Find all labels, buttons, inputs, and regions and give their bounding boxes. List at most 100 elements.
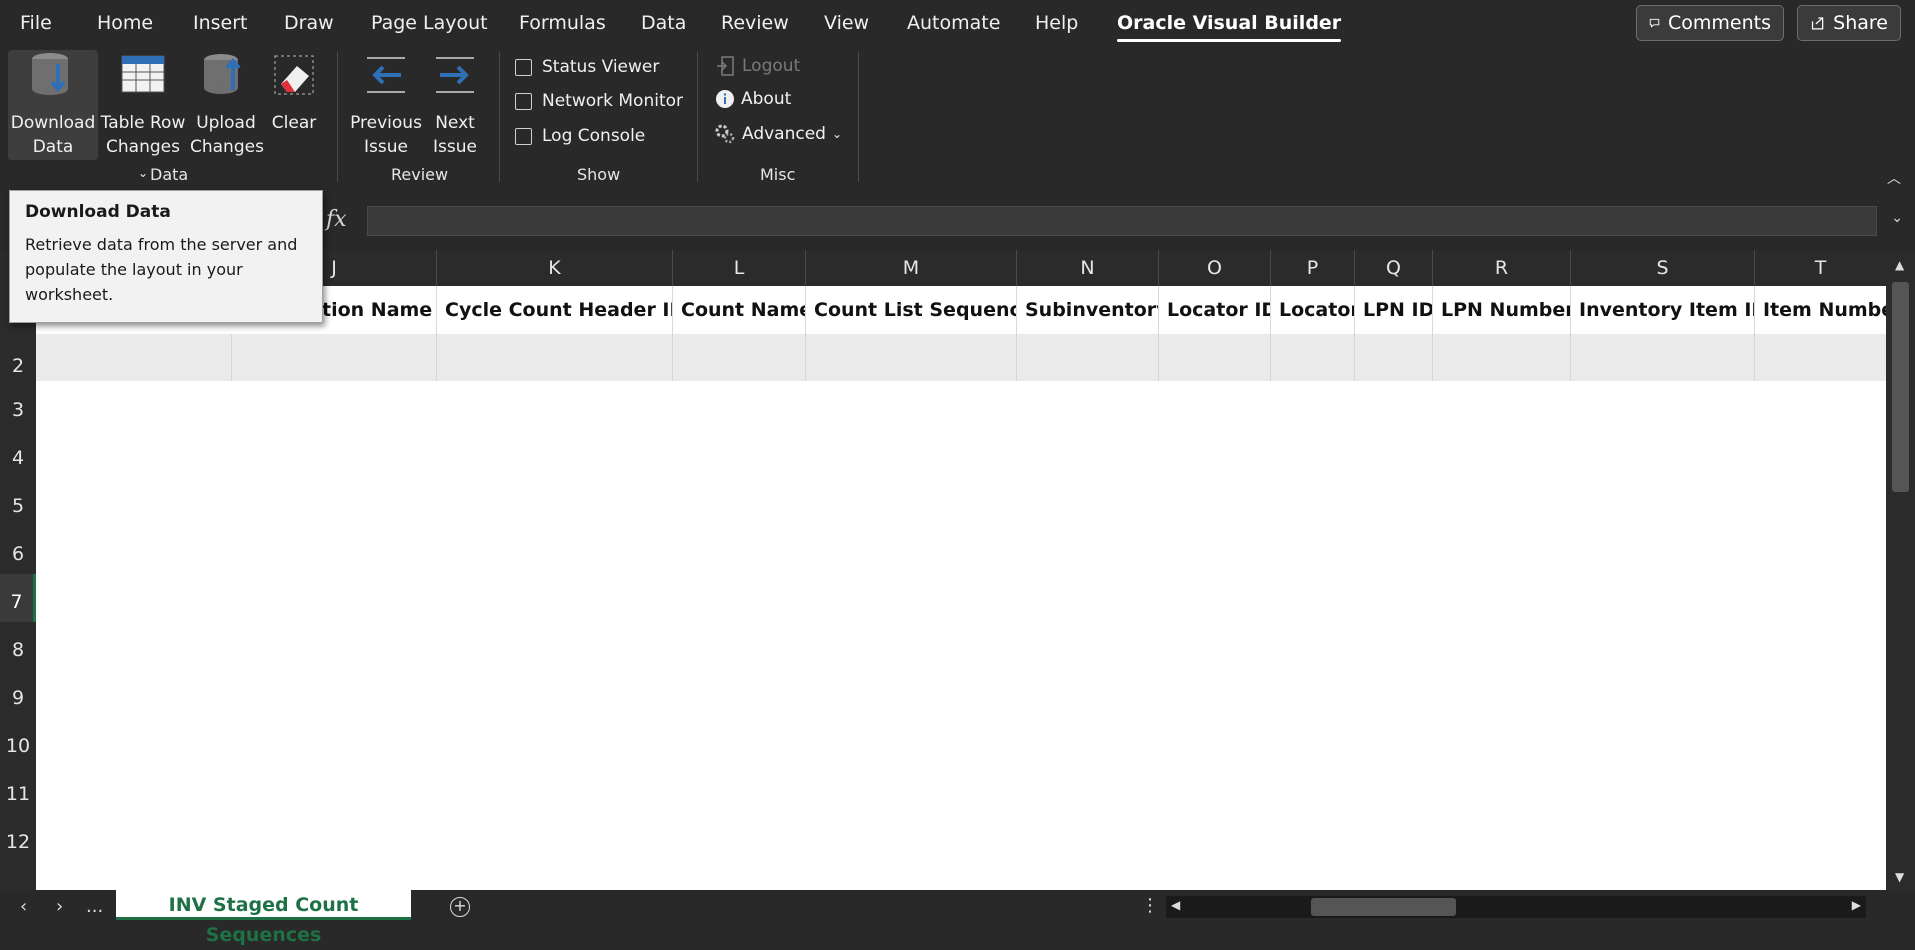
chevron-down-icon: ⌄ — [831, 127, 843, 141]
tab-home[interactable]: Home — [97, 12, 153, 34]
header-cell-r[interactable]: LPN Number — [1433, 286, 1571, 334]
table-cell[interactable] — [1571, 334, 1755, 381]
column-header-s[interactable]: S — [1571, 250, 1755, 286]
fx-icon[interactable]: fx — [326, 207, 347, 232]
sheet-tab-inv-staged-count-sequences[interactable]: INV Staged Count Sequences — [116, 890, 411, 946]
header-cell-n[interactable]: Subinventory — [1017, 286, 1159, 334]
sheet-more-button[interactable]: ... — [86, 896, 103, 917]
column-header-l[interactable]: L — [673, 250, 806, 286]
vertical-scroll-thumb[interactable] — [1892, 282, 1909, 492]
checkbox-box — [515, 127, 532, 145]
tab-page-layout[interactable]: Page Layout — [371, 12, 488, 34]
tab-view[interactable]: View — [824, 12, 869, 34]
header-cell-l[interactable]: Count Name — [673, 286, 806, 334]
table-row-label-2: Changes — [106, 137, 180, 157]
scroll-down-icon[interactable]: ▼ — [1895, 870, 1904, 884]
show-group-label: Show — [577, 165, 621, 184]
table-cell[interactable] — [1433, 334, 1571, 381]
tab-insert[interactable]: Insert — [193, 12, 248, 34]
tab-formulas[interactable]: Formulas — [519, 12, 606, 34]
network-monitor-checkbox[interactable]: Network Monitor — [515, 91, 683, 111]
tab-oracle-visual-builder[interactable]: Oracle Visual Builder — [1117, 12, 1342, 42]
status-viewer-checkbox[interactable]: Status Viewer — [515, 57, 659, 77]
formula-input[interactable] — [367, 206, 1877, 236]
tab-automate[interactable]: Automate — [907, 12, 1000, 34]
header-cell-t[interactable]: Item Number — [1755, 286, 1886, 334]
table-cell[interactable] — [1755, 334, 1886, 381]
vertical-scrollbar[interactable]: ▲ ▼ — [1886, 250, 1915, 890]
ribbon-separator — [499, 52, 500, 182]
row-header-11[interactable]: 11 — [0, 766, 36, 814]
about-button[interactable]: About — [715, 89, 791, 109]
column-header-p[interactable]: P — [1271, 250, 1355, 286]
header-cell-q[interactable]: LPN ID — [1355, 286, 1433, 334]
table-cell[interactable] — [1159, 334, 1271, 381]
download-data-button[interactable]: Download Data — [8, 50, 98, 160]
column-header-m[interactable]: M — [806, 250, 1017, 286]
table-cell[interactable] — [1017, 334, 1159, 381]
logout-button[interactable]: Logout — [716, 55, 800, 77]
clear-button[interactable]: Clear — [266, 50, 322, 135]
table-cell[interactable] — [1355, 334, 1433, 381]
row-header-6[interactable]: 6 — [0, 526, 36, 574]
row-header-7[interactable]: 7 — [0, 574, 36, 622]
table-cell[interactable] — [232, 334, 437, 381]
upload-changes-button[interactable]: Upload Changes — [190, 50, 264, 159]
worksheet-grid: J K L M N O P Q R S T 2 3 4 5 6 7 8 9 10… — [0, 250, 1915, 890]
header-cell-s[interactable]: Inventory Item ID — [1571, 286, 1755, 334]
scroll-up-icon[interactable]: ▲ — [1895, 258, 1904, 272]
row-header-8[interactable]: 8 — [0, 622, 36, 670]
sheet-prev-icon[interactable]: ‹ — [20, 896, 27, 917]
tooltip-body: Retrieve data from the server and popula… — [25, 235, 298, 304]
row-header-10[interactable]: 10 — [0, 718, 36, 766]
previous-label-2: Issue — [364, 137, 408, 157]
tab-help[interactable]: Help — [1035, 12, 1078, 34]
row-header-2[interactable]: 2 — [0, 334, 36, 382]
table-cell[interactable] — [437, 334, 673, 381]
menu-bar: File Home Insert Draw Page Layout Formul… — [0, 0, 1915, 48]
advanced-dropdown[interactable]: Advanced ⌄ — [714, 123, 842, 145]
column-header-k[interactable]: K — [437, 250, 673, 286]
header-cell-m[interactable]: Count List Sequence — [806, 286, 1017, 334]
table-cell[interactable] — [36, 334, 232, 381]
row-header-9[interactable]: 9 — [0, 670, 36, 718]
scroll-right-icon[interactable]: ▶ — [1852, 898, 1861, 912]
header-cell-o[interactable]: Locator ID — [1159, 286, 1271, 334]
column-header-n[interactable]: N — [1017, 250, 1159, 286]
tooltip-title: Download Data — [25, 202, 171, 222]
comments-button[interactable]: Comments — [1636, 5, 1784, 41]
log-console-checkbox[interactable]: Log Console — [515, 126, 645, 146]
share-button[interactable]: Share — [1797, 5, 1901, 41]
row-header-12[interactable]: 12 — [0, 814, 36, 862]
add-sheet-icon[interactable]: + — [450, 897, 470, 917]
column-header-o[interactable]: O — [1159, 250, 1271, 286]
chevron-down-icon[interactable]: ⌄ — [1891, 210, 1903, 226]
table-cell[interactable] — [673, 334, 806, 381]
row-header-3[interactable]: 3 — [0, 382, 36, 430]
header-cell-k[interactable]: Cycle Count Header ID — [437, 286, 673, 334]
table-cell[interactable] — [806, 334, 1017, 381]
tab-file[interactable]: File — [20, 12, 52, 34]
row-header-5[interactable]: 5 — [0, 478, 36, 526]
table-cell[interactable] — [1271, 334, 1355, 381]
sheet-next-icon[interactable]: › — [56, 896, 63, 917]
header-cell-p[interactable]: Locator — [1271, 286, 1355, 334]
scroll-left-icon[interactable]: ◀ — [1171, 898, 1180, 912]
horizontal-scroll-thumb[interactable] — [1311, 898, 1456, 916]
row-header-4[interactable]: 4 — [0, 430, 36, 478]
previous-issue-button[interactable]: Previous Issue — [350, 50, 422, 159]
column-header-t[interactable]: T — [1755, 250, 1886, 286]
tab-draw[interactable]: Draw — [284, 12, 334, 34]
upload-label-2: Changes — [190, 137, 264, 157]
gear-icon — [715, 124, 735, 144]
download-label-2: Data — [32, 137, 74, 157]
column-header-q[interactable]: Q — [1355, 250, 1433, 286]
more-options-icon[interactable]: ⋮ — [1141, 895, 1159, 916]
tab-review[interactable]: Review — [721, 12, 789, 34]
download-label-1: Download — [10, 113, 96, 133]
tab-data[interactable]: Data — [641, 12, 686, 34]
column-header-r[interactable]: R — [1433, 250, 1571, 286]
collapse-ribbon-icon[interactable]: ︿ — [1887, 168, 1901, 188]
next-issue-button[interactable]: Next Issue — [428, 50, 482, 159]
horizontal-scrollbar[interactable]: ◀ ▶ — [1166, 896, 1866, 918]
